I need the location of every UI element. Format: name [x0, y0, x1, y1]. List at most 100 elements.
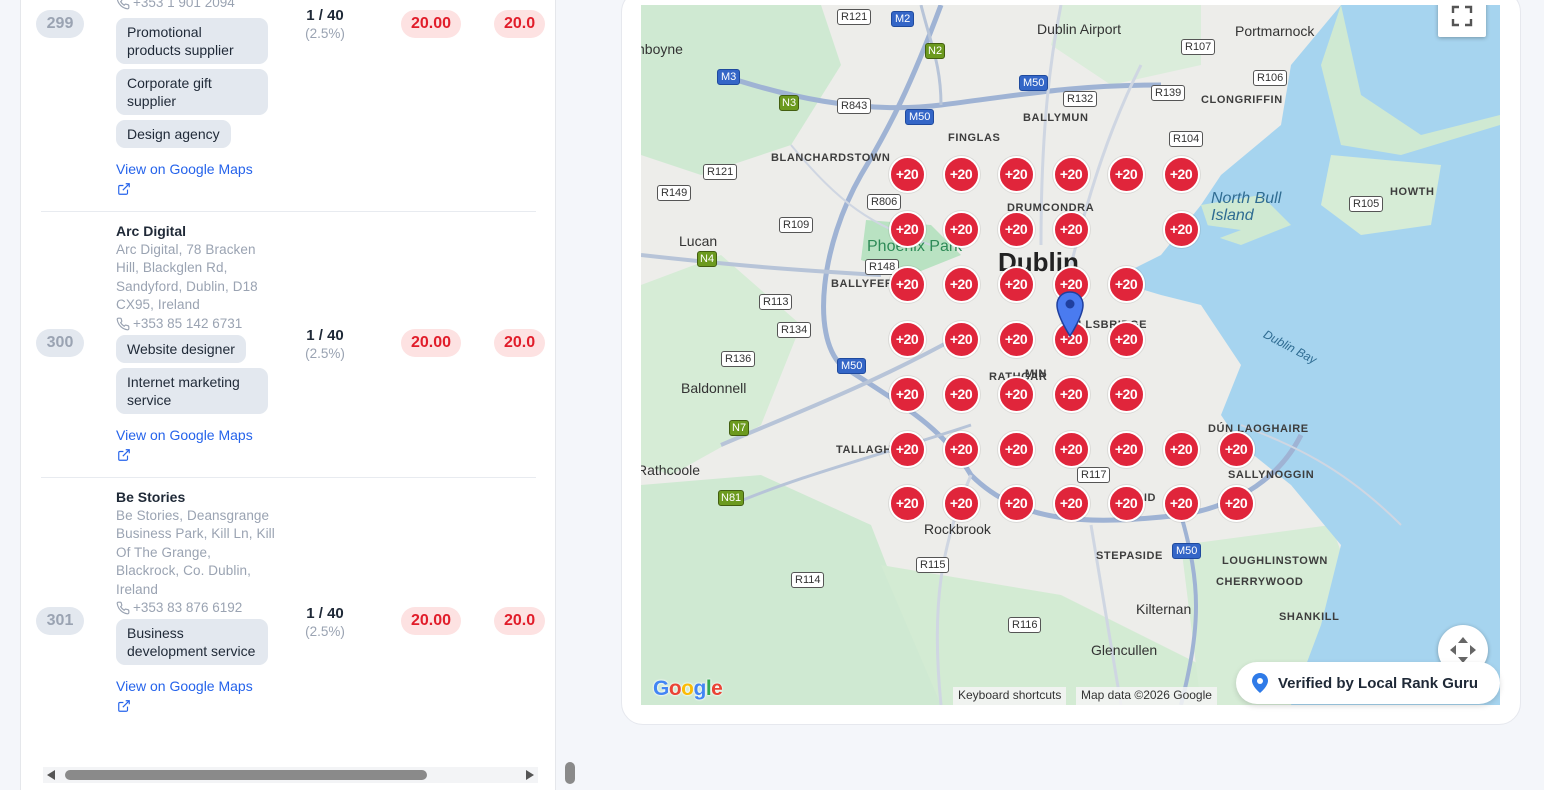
scroll-left-arrow-icon[interactable] — [47, 770, 55, 780]
rank-marker[interactable]: +20 — [888, 375, 926, 413]
place-label: BLANCHARDSTOWN — [771, 152, 891, 164]
place-label: Lucan — [679, 233, 718, 249]
road-shield: R117 — [1077, 467, 1111, 483]
rank-marker[interactable]: +20 — [1052, 430, 1090, 468]
view-on-google-maps-link[interactable]: View on Google Maps — [116, 676, 276, 716]
road-shield: N2 — [925, 43, 946, 59]
results-panel: 299 +353 1 901 2094 Promotional products… — [20, 0, 556, 790]
rank-marker[interactable]: +20 — [1162, 484, 1200, 522]
rank-marker[interactable]: +20 — [888, 320, 926, 358]
business-location-pin-icon[interactable] — [1056, 290, 1084, 338]
rank-marker[interactable]: +20 — [888, 265, 926, 303]
keyboard-shortcuts-link[interactable]: Keyboard shortcuts — [953, 687, 1067, 705]
phone-icon — [116, 601, 130, 615]
rank-marker[interactable]: +20 — [997, 484, 1035, 522]
rank-marker[interactable]: +20 — [1107, 375, 1145, 413]
place-label: LOUGHLINSTOWN — [1222, 555, 1328, 567]
place-label: Portmarnock — [1235, 23, 1315, 39]
rank-marker[interactable]: +20 — [1052, 155, 1090, 193]
rank-marker[interactable]: +20 — [942, 484, 980, 522]
rank-marker[interactable]: +20 — [997, 430, 1035, 468]
place-label: Kilternan — [1136, 601, 1192, 617]
rank-marker[interactable]: +20 — [1052, 484, 1090, 522]
rank-marker[interactable]: +20 — [888, 430, 926, 468]
average-rank-pill-2: 20.0 — [494, 607, 546, 635]
map-view[interactable]: nboyne Dublin Airport Portmarnock CLONGR… — [641, 5, 1500, 705]
rank-marker[interactable]: +20 — [888, 484, 926, 522]
rank-marker[interactable]: +20 — [942, 320, 980, 358]
rank-marker[interactable]: +20 — [1107, 320, 1145, 358]
google-logo: Google — [653, 677, 723, 700]
scrollbar-thumb[interactable] — [65, 770, 427, 780]
road-shield: R149 — [657, 185, 692, 201]
road-shield: R109 — [779, 217, 814, 233]
external-link-icon — [118, 448, 130, 461]
vertical-scrollbar-thumb[interactable] — [565, 762, 575, 784]
rank-marker[interactable]: +20 — [1162, 430, 1200, 468]
business-address: Be Stories, Deansgrange Business Park, K… — [116, 508, 275, 597]
row-divider — [41, 211, 536, 212]
rank-marker[interactable]: +20 — [942, 375, 980, 413]
category-tag: Website designer — [116, 334, 246, 363]
rank-marker[interactable]: +20 — [942, 210, 980, 248]
external-link-icon — [118, 183, 130, 195]
road-shield: R139 — [1151, 85, 1186, 101]
business-info: Arc Digital Arc Digital, 78 Bracken Hill… — [116, 222, 276, 465]
rank-marker[interactable]: +20 — [1052, 375, 1090, 413]
rank-marker[interactable]: +20 — [942, 155, 980, 193]
rank-marker[interactable]: +20 — [888, 155, 926, 193]
place-label: DÚN LAOGHAIRE — [1208, 423, 1309, 435]
rank-marker[interactable]: +20 — [942, 430, 980, 468]
place-label: CLONGRIFFIN — [1201, 94, 1283, 106]
rank-marker[interactable]: +20 — [997, 375, 1035, 413]
rank-badge: 299 — [36, 10, 84, 38]
rank-marker[interactable]: +20 — [1107, 484, 1145, 522]
rank-marker[interactable]: +20 — [1107, 155, 1145, 193]
phone-icon — [116, 317, 130, 330]
business-name: Arc Digital — [116, 223, 187, 239]
average-rank-pill: 20.00 — [401, 329, 462, 357]
road-shield: R136 — [721, 351, 756, 367]
scroll-right-arrow-icon[interactable] — [526, 770, 534, 780]
rank-marker[interactable]: +20 — [997, 265, 1035, 303]
view-on-google-maps-link[interactable]: View on Google Maps — [116, 425, 276, 465]
rank-marker[interactable]: +20 — [1217, 484, 1255, 522]
score-percent: (2.5%) — [305, 624, 345, 639]
verified-badge: Verified by Local Rank Guru — [1236, 662, 1500, 704]
link-label: View on Google Maps — [116, 678, 253, 695]
rank-marker[interactable]: +20 — [997, 320, 1035, 358]
row-divider — [41, 477, 536, 478]
category-tag: Promotional products supplier — [116, 18, 268, 64]
category-tag: Corporate gift supplier — [116, 69, 268, 115]
road-shield: R843 — [837, 98, 872, 114]
horizontal-scrollbar[interactable] — [43, 767, 538, 783]
place-label: BALLYMUN — [1023, 112, 1089, 124]
rank-score: 1 / 40 (2.5%) — [301, 326, 349, 362]
road-shield: R107 — [1181, 39, 1216, 55]
rank-marker[interactable]: +20 — [942, 265, 980, 303]
rank-marker[interactable]: +20 — [997, 210, 1035, 248]
road-shield: M50 — [1019, 75, 1049, 91]
category-tag: Business development service — [116, 619, 268, 666]
business-name: Be Stories — [116, 489, 186, 505]
rank-marker[interactable]: +20 — [1107, 430, 1145, 468]
rank-marker[interactable]: +20 — [1162, 155, 1200, 193]
rank-marker[interactable]: +20 — [997, 155, 1035, 193]
place-label: TALLAGH — [836, 444, 892, 456]
rank-marker[interactable]: +20 — [1107, 265, 1145, 303]
road-shield: R134 — [777, 322, 812, 338]
average-rank-pill: 20.00 — [401, 10, 462, 38]
phone-number: +353 83 876 6192 — [133, 600, 243, 616]
view-on-google-maps-link[interactable]: View on Google Maps — [116, 159, 276, 199]
road-shield: R113 — [759, 294, 793, 310]
rank-marker[interactable]: +20 — [1217, 430, 1255, 468]
rank-marker[interactable]: +20 — [888, 210, 926, 248]
road-shield: N4 — [697, 251, 718, 267]
score-value: 1 / 40 — [306, 327, 344, 344]
rank-marker[interactable]: +20 — [1162, 210, 1200, 248]
road-shield: R114 — [791, 572, 825, 588]
link-label: View on Google Maps — [116, 161, 253, 177]
rank-marker[interactable]: +20 — [1052, 210, 1090, 248]
fullscreen-button[interactable] — [1438, 5, 1486, 37]
road-shield: R104 — [1169, 131, 1204, 147]
